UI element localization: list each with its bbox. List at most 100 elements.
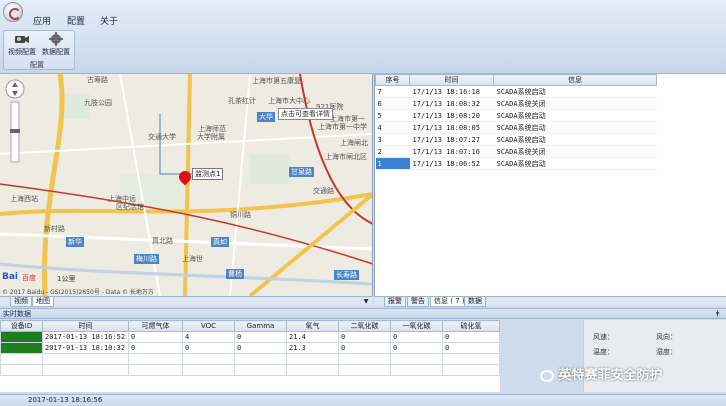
table-row[interactable]: 4 17/1/13 18:08:05 SCADA系统启动 (375, 121, 657, 134)
map-scale: 1公里 (57, 275, 76, 283)
cell-co2: 0 (338, 331, 391, 343)
col-header[interactable]: 序号 (375, 74, 410, 86)
row-msg: SCADA系统关闭 (493, 145, 657, 158)
cell-voc: 4 (182, 331, 235, 343)
row-time: 17/1/13 18:06:52 (409, 157, 494, 170)
map-label: 长寿路 (334, 270, 359, 280)
map-label: 交通路 (313, 187, 334, 195)
map-label: 新华 (66, 237, 84, 247)
tab-alarm[interactable]: 报警 (384, 297, 406, 307)
tab-scroll-button[interactable]: ▼ (362, 298, 370, 305)
col-header[interactable]: 设备ID (0, 320, 43, 332)
col-header[interactable]: VOC (182, 320, 235, 332)
device-id: 2 (0, 342, 43, 354)
cell-gas: 0 (128, 342, 183, 354)
tab-video[interactable]: 视频 (10, 297, 32, 307)
table-row[interactable]: 5 17/1/13 18:08:20 SCADA系统启动 (375, 109, 657, 122)
col-header[interactable]: 时间 (42, 320, 129, 332)
col-header[interactable]: 时间 (409, 74, 494, 86)
status-time: 2017-01-13 18:16:56 (28, 396, 103, 404)
menu-config[interactable]: 配置 (67, 14, 85, 27)
temperature-label: 温度： (593, 348, 614, 356)
cell-time: 2017-01-13 18:10:32 (42, 342, 129, 354)
video-config-button[interactable]: 视频配置 (5, 32, 39, 57)
map-label: 上海市第一中学 (318, 123, 367, 131)
menu-apply[interactable]: 应用 (33, 14, 51, 27)
row-time: 17/1/13 18:08:20 (409, 109, 494, 122)
row-time: 17/1/13 18:16:18 (409, 85, 494, 98)
row-msg: SCADA系统启动 (493, 121, 657, 134)
map-detail-hint[interactable]: 点击可查看详情 (278, 108, 333, 120)
data-config-label: 数据配置 (42, 48, 70, 56)
watermark-text: 英特赛菲安全防护 (558, 368, 663, 383)
map-label: 梅川路 (134, 254, 159, 264)
row-time: 17/1/13 18:07:16 (409, 145, 494, 158)
map-label: 曹杨 (226, 269, 244, 279)
col-header[interactable]: 一氧化碳 (390, 320, 443, 332)
cell-co: 0 (390, 331, 443, 343)
pin-icon[interactable]: ǂ (716, 309, 719, 317)
info-table: 序号 时间 信息 7 17/1/13 18:16:18 SCADA系统启动 6 17/… (375, 74, 657, 170)
cell-h2s: 0 (442, 331, 500, 343)
cell-co2: 0 (338, 342, 391, 354)
map-label: 甘泉路 (289, 167, 314, 177)
table-row-empty (0, 364, 500, 376)
watermark: 英特赛菲安全防护 (540, 364, 663, 383)
map-label: 九肢公园 (84, 99, 112, 107)
table-row[interactable]: 6 17/1/13 18:08:32 SCADA系统关闭 (375, 97, 657, 110)
realtime-panel: 设备ID 时间 可燃气体 VOC Gamma 氧气 二氧化碳 一氧化碳 硫化氢 … (0, 320, 500, 392)
video-config-label: 视频配置 (8, 48, 36, 56)
row-time: 17/1/13 18:07:27 (409, 133, 494, 146)
map-view[interactable]: 古寿路 上海市第五康复 孔茶红计 上海市大中心 921医院 上海市第一 点击可查… (0, 74, 373, 296)
cell-gamma: 0 (234, 342, 287, 354)
app-menu-button[interactable] (3, 2, 23, 22)
map-label: 上海市闸北区 (325, 153, 367, 161)
info-tab-bar: 报警 警告 信息 ( 7 ) 数据 (374, 296, 726, 307)
tab-info[interactable]: 信息 ( 7 ) (430, 297, 469, 307)
col-header[interactable]: 硫化氢 (442, 320, 500, 332)
device-id: 1 (0, 331, 43, 343)
info-panel: 序号 时间 信息 7 17/1/13 18:16:18 SCADA系统启动 6 17/… (374, 74, 726, 296)
col-header[interactable]: 可燃气体 (128, 320, 183, 332)
table-row-empty (0, 353, 500, 365)
col-header[interactable]: Gamma (234, 320, 287, 332)
map-label: 大华 (257, 112, 275, 122)
map-label: 上海闸北 (340, 139, 368, 147)
realtime-table: 设备ID 时间 可燃气体 VOC Gamma 氧气 二氧化碳 一氧化碳 硫化氢 … (0, 320, 500, 376)
cell-co: 0 (390, 342, 443, 354)
map-label: 上海市第五康复 (252, 77, 301, 85)
menu-about[interactable]: 关于 (100, 14, 118, 27)
map-label: 古寿路 (87, 76, 108, 84)
cell-h2s: 0 (442, 342, 500, 354)
wechat-icon (540, 369, 554, 382)
col-header[interactable]: 信息 (493, 74, 657, 86)
table-row[interactable]: 7 17/1/13 18:16:18 SCADA系统启动 (375, 85, 657, 98)
table-row[interactable]: 2 17/1/13 18:07:16 SCADA系统关闭 (375, 145, 657, 158)
table-row[interactable]: 1 2017-01-13 18:16:52 0 4 0 21.4 0 0 0 (0, 331, 500, 343)
table-row[interactable]: 3 17/1/13 18:07:27 SCADA系统启动 (375, 133, 657, 146)
map-label: 上海市大中心 (268, 97, 310, 105)
row-msg: SCADA系统关闭 (493, 97, 657, 110)
col-header[interactable]: 氧气 (286, 320, 339, 332)
map-label: 孔茶红计 (228, 97, 256, 105)
table-row-selected[interactable]: 1 17/1/13 18:06:52 SCADA系统启动 (375, 157, 657, 170)
wind-direction-label: 风向： (656, 333, 677, 341)
tab-warning[interactable]: 警告 (407, 297, 429, 307)
map-tab-bar: 视频 地图 (0, 296, 373, 307)
row-msg: SCADA系统启动 (493, 109, 657, 122)
col-header[interactable]: 二氧化碳 (338, 320, 391, 332)
map-label: 真如 (211, 237, 229, 247)
cell-o2: 21.4 (286, 331, 339, 343)
wind-speed-label: 风速： (593, 333, 614, 341)
map-label: 区纪念馆 (116, 203, 144, 211)
row-msg: SCADA系统启动 (493, 85, 657, 98)
table-row[interactable]: 2 2017-01-13 18:10:32 0 0 0 21.3 0 0 0 (0, 342, 500, 354)
map-label: 铜川路 (230, 211, 251, 219)
data-config-button[interactable]: 数据配置 (39, 32, 73, 57)
ribbon (0, 0, 726, 74)
row-id: 2 (375, 145, 410, 158)
cell-time: 2017-01-13 18:16:52 (42, 331, 129, 343)
tab-map[interactable]: 地图 (32, 297, 54, 307)
camera-icon (15, 36, 29, 43)
tab-data[interactable]: 数据 (464, 297, 486, 307)
